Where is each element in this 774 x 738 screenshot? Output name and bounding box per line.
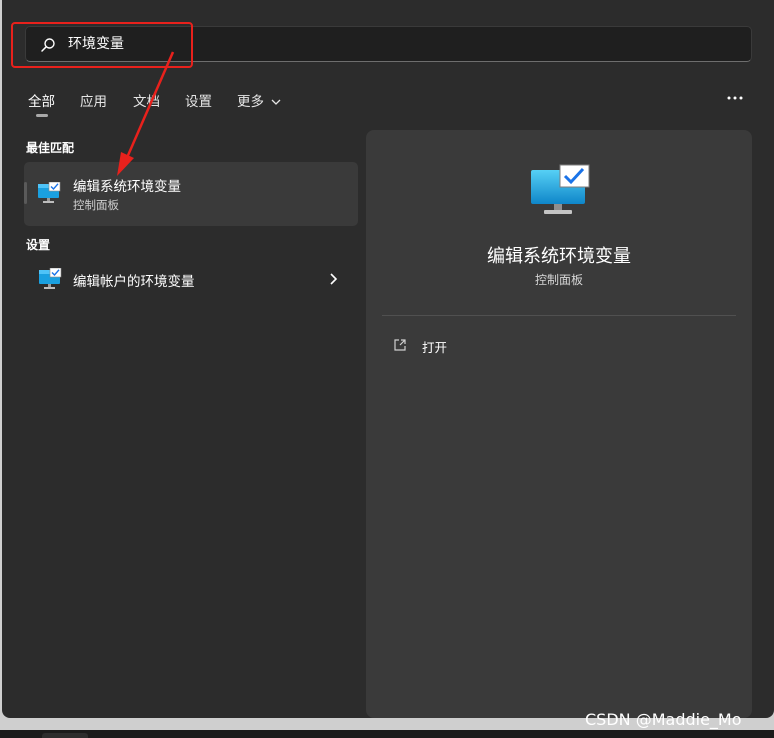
open-action[interactable]: 打开 <box>382 330 736 360</box>
details-title: 编辑系统环境变量 <box>487 246 631 267</box>
control-panel-monitor-icon <box>39 268 62 289</box>
taskbar-item <box>42 733 88 738</box>
best-match-title: 编辑系统环境变量 <box>73 179 181 195</box>
details-subtitle: 控制面板 <box>534 273 583 287</box>
chevron-down-icon <box>271 99 281 105</box>
more-dots-icon[interactable] <box>724 90 746 106</box>
chevron-right-icon[interactable] <box>328 272 340 286</box>
settings-result[interactable]: 编辑帐户的环境变量 <box>24 262 358 296</box>
tab-more[interactable]: 更多 <box>237 90 281 110</box>
best-match-heading: 最佳匹配 <box>26 141 75 155</box>
watermark: CSDN @Maddie_Mo <box>585 710 742 729</box>
search-box[interactable] <box>25 26 752 62</box>
open-external-icon <box>394 339 406 351</box>
start-search-panel: 全部 应用 文档 设置 更多 最佳匹配 编辑系统环境变量 控制面板 设置 <box>2 0 774 718</box>
taskbar <box>0 730 774 738</box>
tab-more-label: 更多 <box>237 94 264 110</box>
best-match-result[interactable]: 编辑系统环境变量 控制面板 <box>24 162 358 226</box>
details-pane: 编辑系统环境变量 控制面板 打开 <box>366 130 752 718</box>
tab-apps[interactable]: 应用 <box>80 90 107 110</box>
best-match-subtitle: 控制面板 <box>73 198 119 212</box>
details-divider <box>382 315 736 316</box>
settings-result-title: 编辑帐户的环境变量 <box>73 274 195 290</box>
selection-accent <box>24 182 27 204</box>
search-icon <box>41 38 55 52</box>
tab-documents[interactable]: 文档 <box>133 90 160 110</box>
control-panel-monitor-icon <box>38 182 61 203</box>
settings-heading: 设置 <box>26 238 51 252</box>
open-action-label: 打开 <box>422 340 448 355</box>
control-panel-monitor-icon <box>531 164 590 214</box>
tab-all[interactable]: 全部 <box>28 90 55 110</box>
active-tab-indicator <box>36 114 48 117</box>
search-input[interactable] <box>68 35 668 51</box>
tab-settings[interactable]: 设置 <box>185 90 212 110</box>
